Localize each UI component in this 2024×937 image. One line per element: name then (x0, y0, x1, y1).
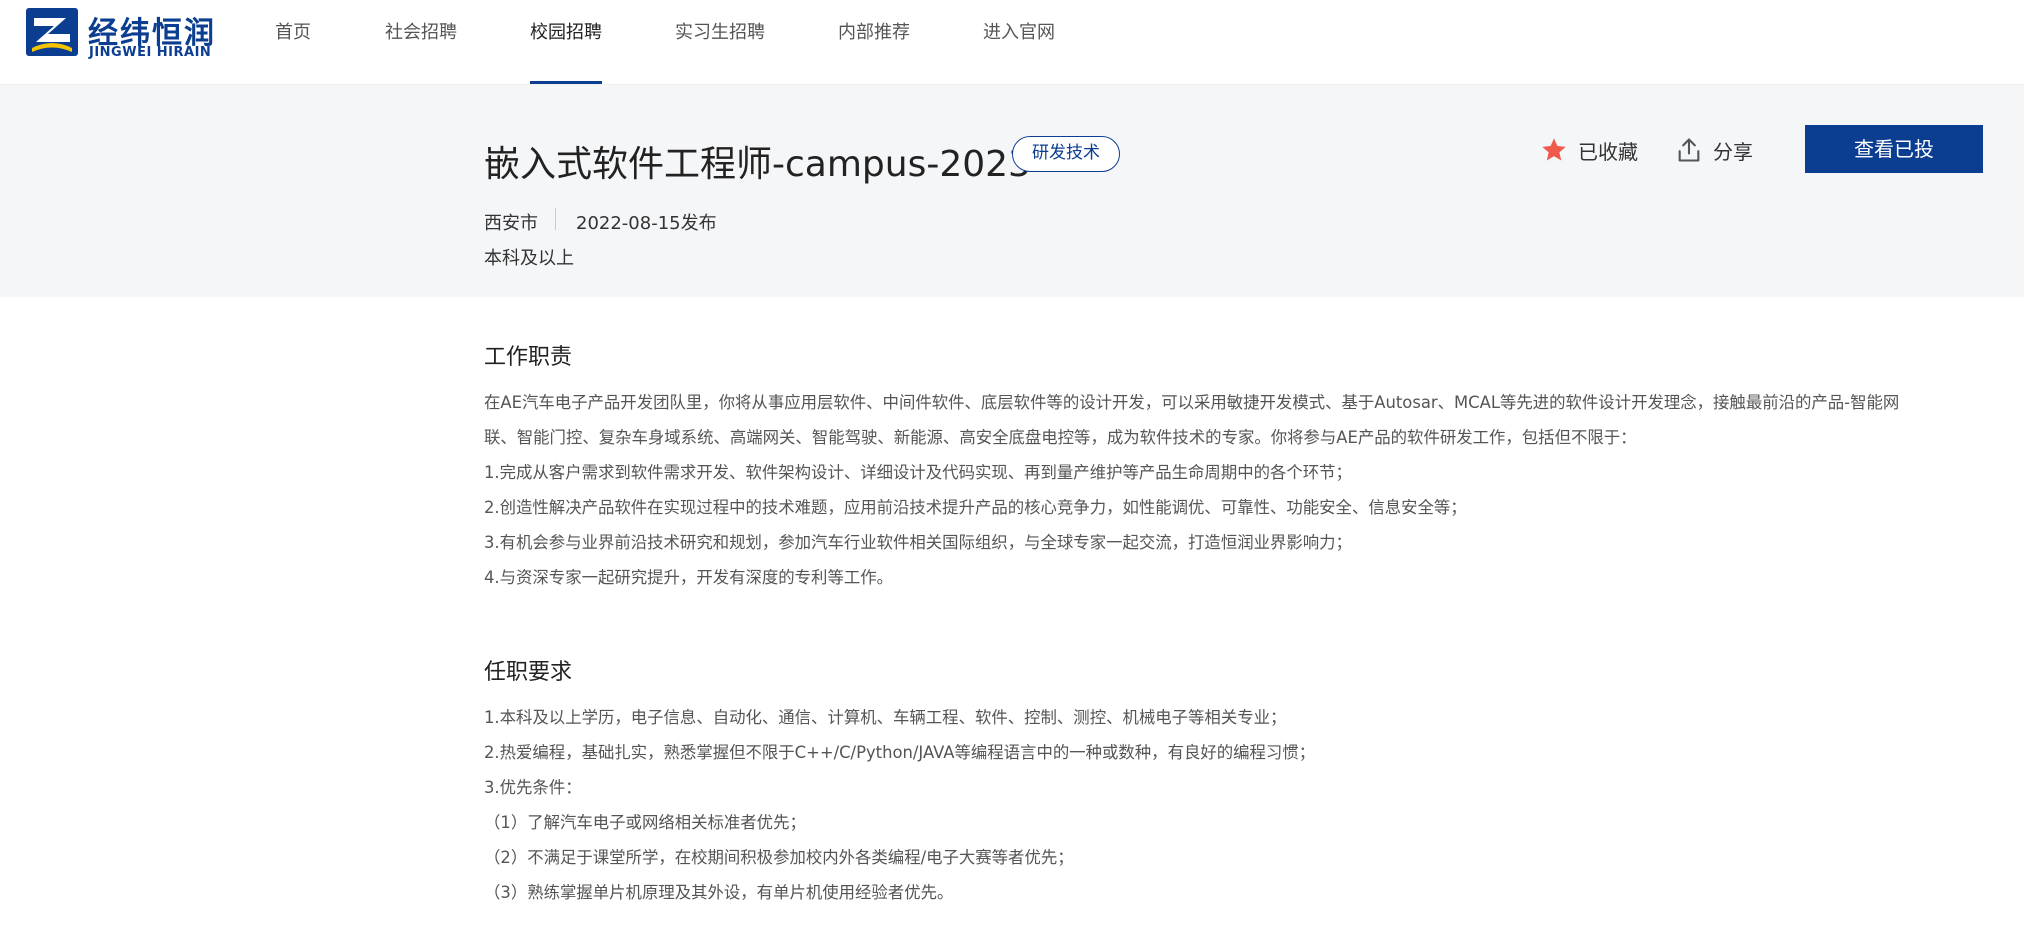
duties-title: 工作职责 (484, 345, 573, 370)
duties-line: 1.完成从客户需求到软件需求开发、软件架构设计、详细设计及代码实现、再到量产维护… (484, 463, 1352, 482)
nav-internal-referral[interactable]: 内部推荐 (838, 0, 910, 84)
logo-name-en: JINGWEI HIRAIN (89, 45, 212, 60)
duties-line: 3.有机会参与业界前沿技术研究和规划，参加汽车行业软件相关国际组织，与全球专家一… (484, 533, 1352, 552)
top-navigation-bar: 经纬恒润 JINGWEI HIRAIN 首页 社会招聘 校园招聘 实习生招聘 内… (0, 0, 2024, 85)
duties-line: 在AE汽车电子产品开发团队里，你将从事应用层软件、中间件软件、底层软件等的设计开… (484, 393, 1900, 412)
nav-intern-recruitment[interactable]: 实习生招聘 (675, 0, 765, 84)
job-publish-date: 2022-08-15发布 (576, 213, 717, 234)
nav-campus-recruitment[interactable]: 校园招聘 (530, 0, 602, 84)
share-icon (1678, 138, 1700, 162)
share-button[interactable]: 分享 (1675, 134, 1753, 166)
share-label: 分享 (1713, 139, 1753, 164)
nav-home[interactable]: 首页 (275, 0, 311, 84)
duties-line: 联、智能门控、复杂车身域系统、高端网关、智能驾驶、新能源、高安全底盘电控等，成为… (484, 428, 1637, 447)
requirements-line: （1）了解汽车电子或网络相关标准者优先； (484, 813, 806, 832)
favorite-label: 已收藏 (1578, 139, 1638, 164)
requirements-line: 2.热爱编程，基础扎实，熟悉掌握但不限于C++/C/Python/JAVA等编程… (484, 743, 1316, 762)
duties-line: 2.创造性解决产品软件在实现过程中的技术难题，应用前沿技术提升产品的核心竞争力，… (484, 498, 1467, 517)
view-applied-button[interactable]: 查看已投 (1805, 125, 1983, 173)
meta-divider (555, 208, 556, 230)
requirements-title: 任职要求 (484, 660, 573, 685)
star-icon (1542, 138, 1566, 161)
requirements-line: 3.优先条件： (484, 778, 582, 797)
requirements-line: （3）熟练掌握单片机原理及其外设，有单片机使用经验者优先。 (484, 883, 954, 902)
job-category-tag: 研发技术 (1012, 136, 1120, 172)
requirements-line: 1.本科及以上学历，电子信息、自动化、通信、计算机、车辆工程、软件、控制、测控、… (484, 708, 1287, 727)
job-header (0, 85, 2024, 297)
nav-social-recruitment[interactable]: 社会招聘 (385, 0, 457, 84)
company-logo[interactable]: 经纬恒润 JINGWEI HIRAIN (26, 8, 216, 60)
duties-line: 4.与资深专家一起研究提升，开发有深度的专利等工作。 (484, 568, 894, 587)
requirements-line: （2）不满足于课堂所学，在校期间积极参加校内外各类编程/电子大赛等者优先； (484, 848, 1074, 867)
favorite-button[interactable]: 已收藏 (1540, 134, 1638, 166)
logo-mark-icon (26, 8, 78, 56)
job-city: 西安市 (484, 213, 538, 234)
job-education: 本科及以上 (484, 248, 574, 269)
job-title: 嵌入式软件工程师-campus-2023 (484, 144, 1031, 185)
nav-official-site[interactable]: 进入官网 (983, 0, 1055, 84)
